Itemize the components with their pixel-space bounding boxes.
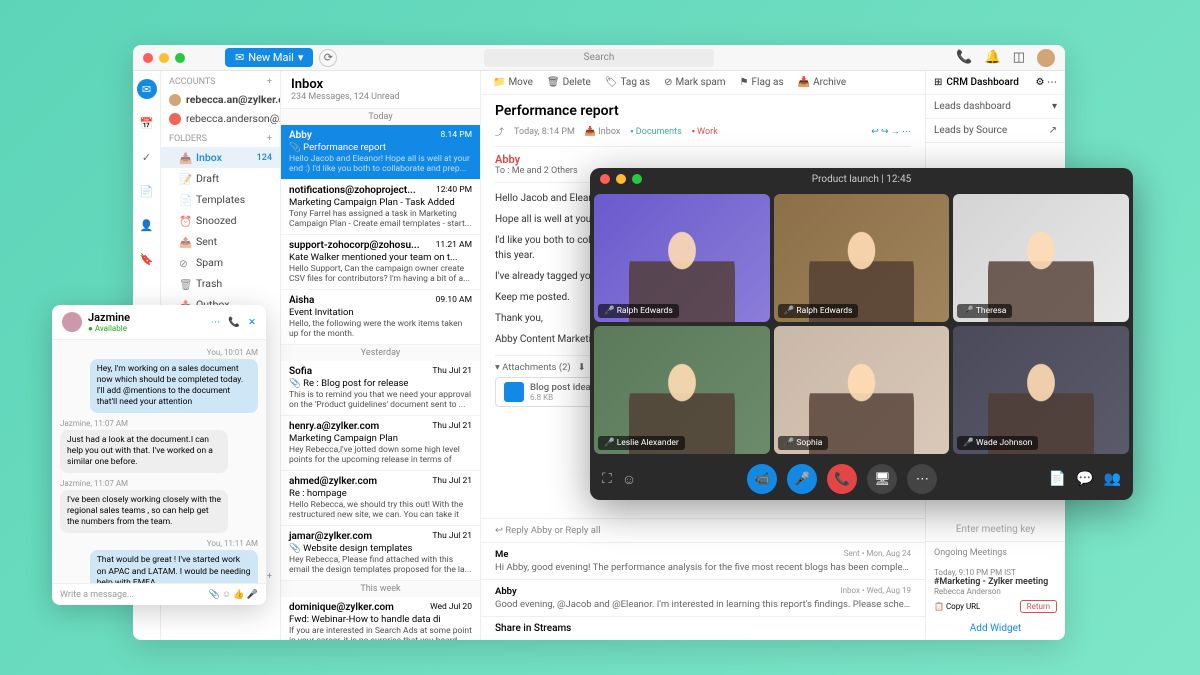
- add-widget-button[interactable]: Add Widget: [926, 617, 1065, 640]
- folder-snoozed[interactable]: ⏰Snoozed: [161, 210, 280, 231]
- thread-item[interactable]: MeSent • Mon, Aug 24Hi Abby, good evenin…: [481, 542, 925, 579]
- message-item[interactable]: ahmed@zylker.comThu Jul 21Re : hompageHe…: [281, 471, 480, 526]
- list-subtitle: 234 Messages, 124 Unread: [291, 92, 470, 102]
- mail-meta: ⤴Today, 8:14 PM📥 Inbox ▪ Documents ▪ Wor…: [495, 125, 911, 138]
- mail-subject: Performance report: [495, 103, 911, 119]
- panel-icon[interactable]: ◫: [1013, 50, 1025, 65]
- share-streams[interactable]: Share in Streams: [481, 616, 925, 640]
- folder-trash[interactable]: 🗑Trash: [161, 273, 280, 294]
- camera-button[interactable]: 📹: [747, 464, 777, 494]
- chat-call-icon[interactable]: 📞: [228, 317, 240, 328]
- chat-more-icon[interactable]: ⋯: [211, 317, 221, 328]
- archive-button[interactable]: 📥 Archive: [798, 77, 847, 88]
- rail-tasks-icon[interactable]: ✓: [137, 147, 157, 167]
- fullscreen-icon[interactable]: ⛶: [602, 471, 612, 488]
- video-call-window: Product launch | 12:45 🎤 Ralph Edwards🎤 …: [590, 168, 1133, 500]
- video-tile[interactable]: 🎤 Sophia: [774, 326, 950, 454]
- chat-contact-name: Jazmine: [88, 311, 130, 324]
- video-tile[interactable]: 🎤 Leslie Alexander: [594, 326, 770, 454]
- flag-button[interactable]: ⚑ Flag as: [740, 77, 784, 88]
- chat-input[interactable]: Write a message... 📎 ☺ 👍 🎤: [52, 583, 266, 605]
- message-list: Inbox 234 Messages, 124 Unread TodayAbby…: [281, 71, 481, 640]
- rail-mail-icon[interactable]: ✉: [137, 79, 157, 99]
- video-tile[interactable]: 🎤 Theresa: [953, 194, 1129, 322]
- leads-source-row[interactable]: Leads by Source↗: [926, 119, 1065, 143]
- sender-name: Abby: [495, 153, 911, 166]
- add-account-icon[interactable]: +: [267, 77, 272, 87]
- chat-icon[interactable]: 💬: [1076, 471, 1093, 487]
- notes-icon[interactable]: 📄: [1049, 471, 1066, 487]
- list-title: Inbox: [291, 77, 470, 92]
- folder-spam[interactable]: ⊘Spam: [161, 252, 280, 273]
- move-button[interactable]: 📁 Move: [493, 77, 533, 88]
- folder-sent[interactable]: 📤Sent: [161, 231, 280, 252]
- titlebar: ✉ New Mail ▾ ⟳ Search 📞 🔔 ◫: [133, 45, 1065, 71]
- call-title: Product launch | 12:45: [812, 174, 911, 185]
- add-folder-icon[interactable]: +: [267, 134, 272, 144]
- account-row[interactable]: rebecca.an@zylker.com: [161, 90, 280, 109]
- message-item[interactable]: dominique@zylker.comWed Jul 20Fwd: Webin…: [281, 597, 480, 640]
- chat-bubble: Hey, I'm working on a sales document now…: [90, 359, 258, 413]
- chat-close-icon[interactable]: ✕: [248, 317, 256, 328]
- mic-button[interactable]: 🎤: [787, 464, 817, 494]
- spam-button[interactable]: ⊘ Mark spam: [664, 77, 725, 88]
- tag-button[interactable]: 🏷 Tag as: [605, 77, 650, 88]
- add-saved-icon[interactable]: +: [267, 572, 272, 582]
- message-item[interactable]: SofiaThu Jul 21📎 Re : Blog post for rele…: [281, 361, 480, 416]
- more-button[interactable]: ⋯: [907, 464, 937, 494]
- chat-bubble: Just had a look at the document.I can he…: [60, 430, 228, 473]
- message-item[interactable]: jamar@zylker.comThu Jul 21📎 Website desi…: [281, 526, 480, 581]
- message-item[interactable]: support-zohocorp@zohosu...11.21 AMKate W…: [281, 235, 480, 290]
- message-item[interactable]: Abby8.14 PM📎 Performance reportHello Jac…: [281, 125, 480, 180]
- vc-window-controls[interactable]: [600, 174, 642, 184]
- chat-avatar: [62, 312, 82, 332]
- rail-notes-icon[interactable]: 📄: [137, 181, 157, 201]
- account-row[interactable]: rebecca.anderson@z...: [161, 109, 280, 128]
- attachments-label[interactable]: Attachments (2): [502, 362, 571, 373]
- leads-dashboard-row[interactable]: Leads dashboard▾: [926, 95, 1065, 119]
- rail-calendar-icon[interactable]: 📅: [137, 113, 157, 133]
- new-mail-button[interactable]: ✉ New Mail ▾: [225, 48, 313, 67]
- accounts-header: ACCOUNTS: [169, 77, 216, 87]
- thread-item[interactable]: AbbyInbox • Wed, Aug 19Good evening, @Ja…: [481, 579, 925, 616]
- video-tile[interactable]: 🎤 Ralph Edwards: [594, 194, 770, 322]
- chat-bubble: That would be great ! I've started work …: [90, 550, 258, 583]
- folders-header: FOLDERS: [169, 134, 207, 144]
- phone-icon[interactable]: 📞: [956, 50, 972, 65]
- bell-icon[interactable]: 🔔: [985, 50, 1001, 65]
- message-item[interactable]: henry.a@zylker.comThu Jul 21Marketing Ca…: [281, 416, 480, 471]
- message-item[interactable]: Aisha09.10 AMEvent InvitationHello, the …: [281, 290, 480, 345]
- delete-button[interactable]: 🗑 Delete: [547, 77, 591, 88]
- folder-inbox[interactable]: 📥Inbox124: [161, 147, 280, 168]
- meeting-key-input[interactable]: Enter meeting key: [926, 518, 1065, 542]
- emoji-icon[interactable]: ☺: [622, 471, 636, 488]
- refresh-icon[interactable]: ⟳: [319, 49, 337, 67]
- return-button[interactable]: Return: [1020, 600, 1057, 613]
- folder-draft[interactable]: 📝Draft: [161, 168, 280, 189]
- participants-icon[interactable]: 👥: [1104, 471, 1121, 487]
- meeting-card[interactable]: Today, 9:10 PM PM IST #Marketing - Zylke…: [926, 564, 1065, 617]
- video-tile[interactable]: 🎤 Wade Johnson: [953, 326, 1129, 454]
- video-tile[interactable]: 🎤 Ralph Edwards: [774, 194, 950, 322]
- crm-header: CRM Dashboard: [946, 77, 1018, 88]
- rail-bookmark-icon[interactable]: 🔖: [137, 249, 157, 269]
- chat-window: Jazmine ● Available ⋯ 📞 ✕ You, 10:01 AMH…: [52, 305, 266, 605]
- chat-bubble: I've been closely working closely with t…: [60, 490, 228, 533]
- screenshare-button[interactable]: 🖥: [867, 464, 897, 494]
- reply-hint[interactable]: ↩ Reply Abby or Reply all: [481, 518, 925, 542]
- mail-toolbar: 📁 Move 🗑 Delete 🏷 Tag as ⊘ Mark spam ⚑ F…: [481, 71, 925, 95]
- ongoing-header: Ongoing Meetings: [926, 542, 1065, 564]
- search-input[interactable]: Search: [484, 49, 714, 67]
- profile-avatar[interactable]: [1037, 49, 1055, 67]
- hangup-button[interactable]: 📞: [827, 464, 857, 494]
- folder-templates[interactable]: 📄Templates: [161, 189, 280, 210]
- chat-status: Available: [95, 324, 127, 333]
- window-controls[interactable]: [143, 53, 185, 63]
- rail-contacts-icon[interactable]: 👤: [137, 215, 157, 235]
- message-item[interactable]: notifications@zohoproject...12:40 PMMark…: [281, 180, 480, 235]
- file-icon: [504, 382, 524, 402]
